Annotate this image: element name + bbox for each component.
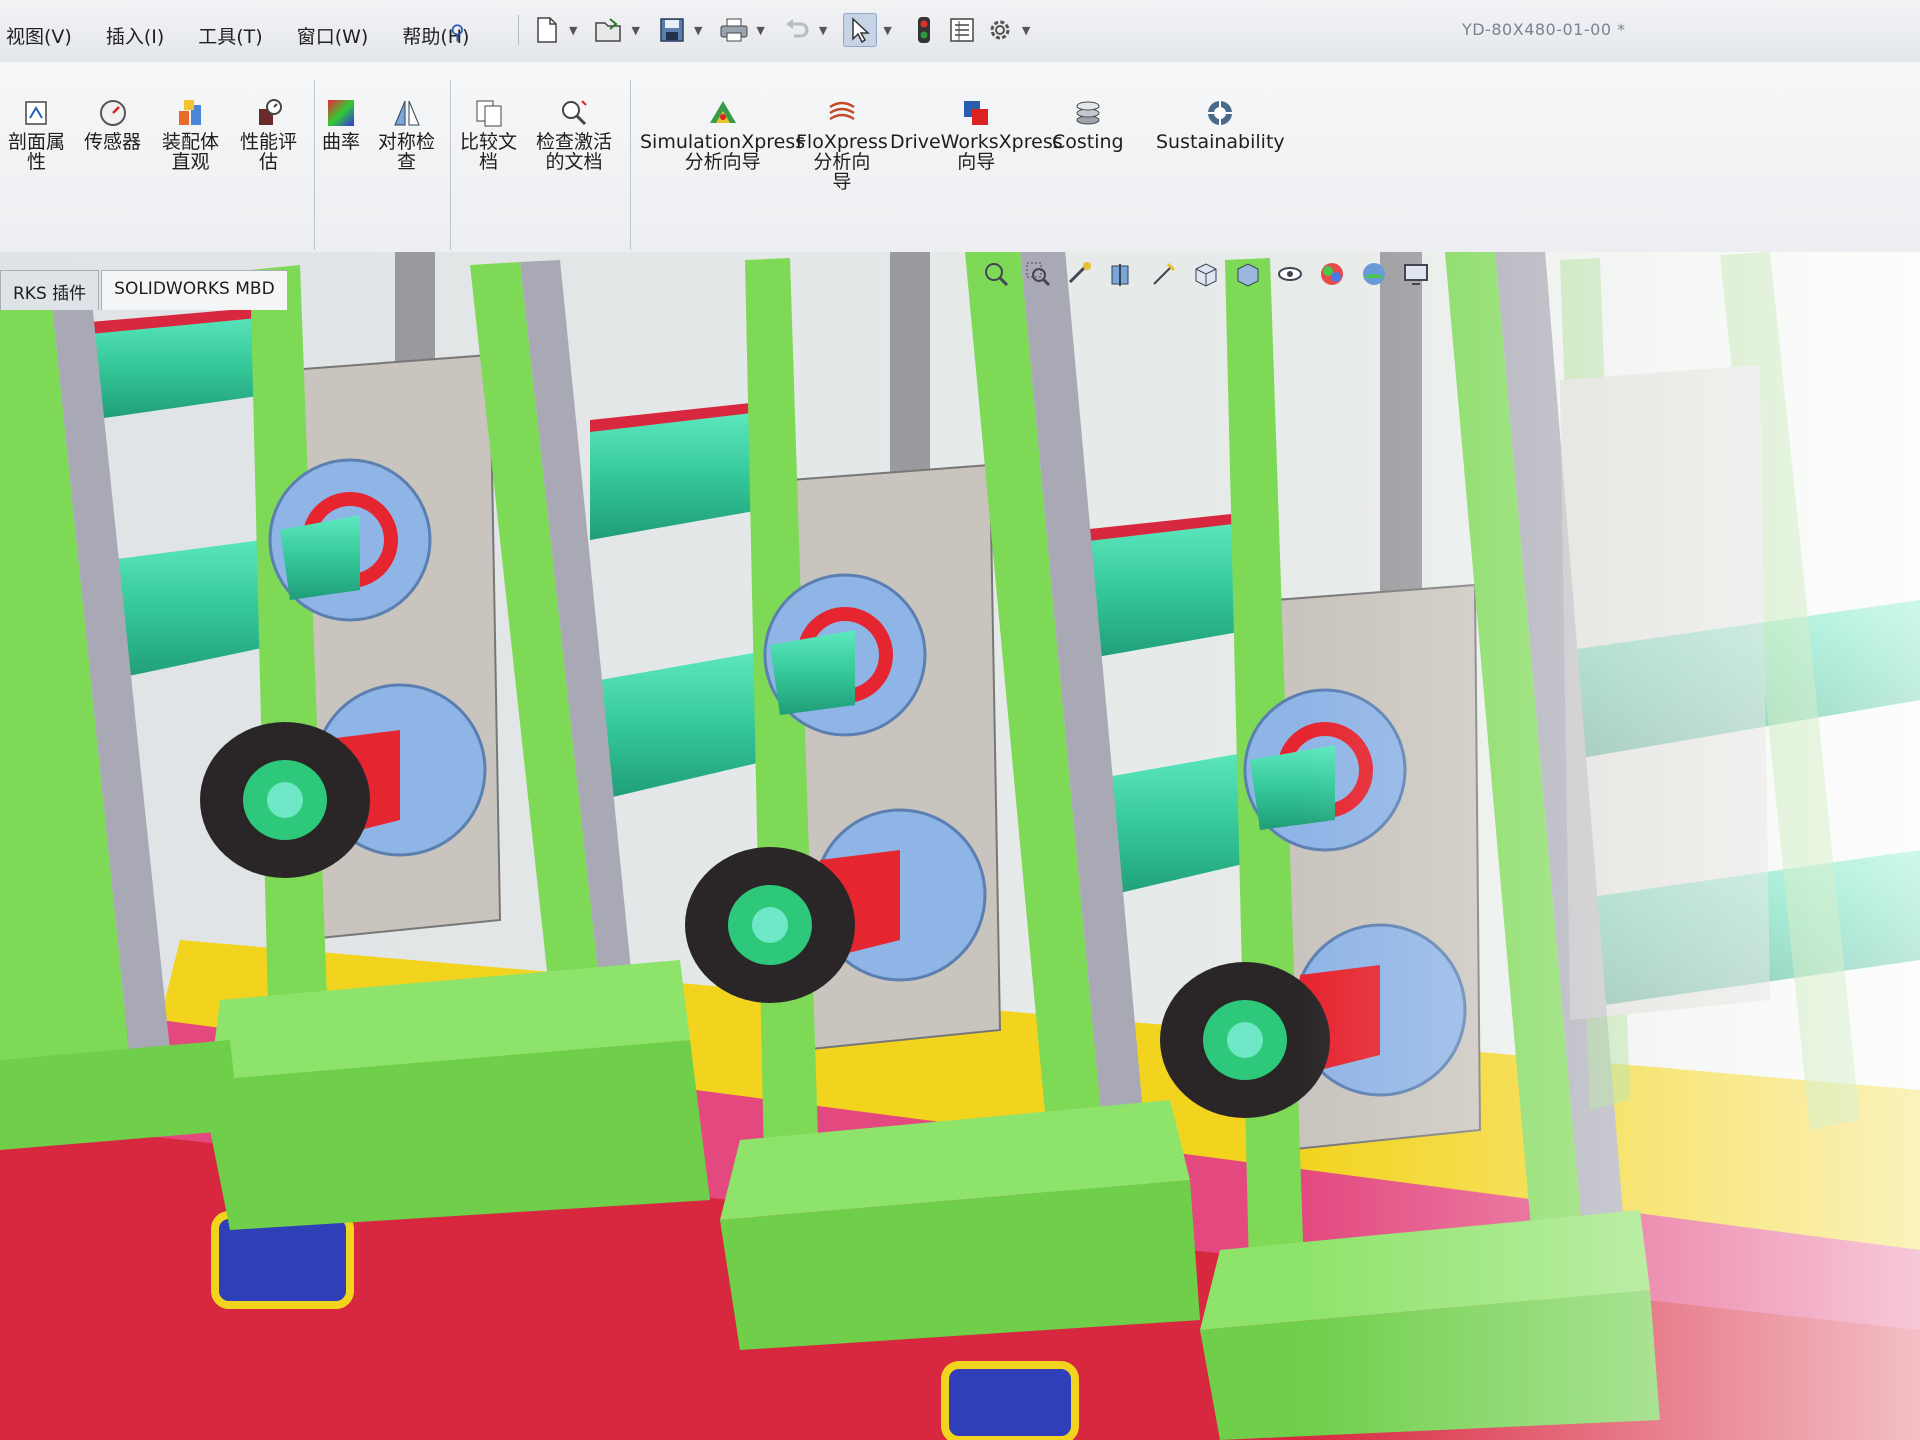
curvature-button[interactable]: 曲率 xyxy=(322,96,360,152)
hide-show-items-icon[interactable] xyxy=(1274,258,1306,290)
command-label: Costing xyxy=(1052,131,1124,153)
floxpress-icon xyxy=(825,96,859,130)
section-properties-icon xyxy=(20,96,54,130)
performance-evaluation-icon xyxy=(252,96,286,130)
heads-up-view-toolbar xyxy=(980,258,1432,290)
command-label: 传感器 xyxy=(84,131,142,153)
assembly-model[interactable] xyxy=(0,252,1920,1440)
compare-documents-button[interactable]: 比较文 档 xyxy=(460,96,517,172)
document-title: YD-80X480-01-00 * xyxy=(1462,20,1626,39)
previous-view-icon[interactable] xyxy=(1064,258,1096,290)
new-dropdown-chevron-icon[interactable]: ▼ xyxy=(569,24,577,37)
command-label: DriveWorksXpress 向导 xyxy=(890,131,1063,173)
command-label: 曲率 xyxy=(322,131,361,153)
section-properties-button[interactable]: 剖面属 性 xyxy=(8,96,65,172)
base-cutout xyxy=(941,1361,1079,1440)
new-document-icon[interactable] xyxy=(531,14,563,46)
zoom-to-area-icon[interactable] xyxy=(1022,258,1054,290)
command-label: 性能评 估 xyxy=(240,131,298,173)
select-pointer-icon[interactable] xyxy=(843,13,878,47)
command-divider xyxy=(314,80,315,250)
zoom-to-fit-icon[interactable] xyxy=(980,258,1012,290)
view-orientation-icon[interactable] xyxy=(1190,258,1222,290)
graphics-area[interactable] xyxy=(0,252,1920,1440)
command-label: Sustainability xyxy=(1156,131,1285,153)
open-dropdown-chevron-icon[interactable]: ▼ xyxy=(631,24,639,37)
menu-view[interactable]: 视图(V) xyxy=(6,18,82,53)
simulationxpress-button[interactable]: SimulationXpress 分析向导 xyxy=(640,96,805,172)
command-manager-tabs: RKS 插件 SOLIDWORKS MBD xyxy=(0,270,290,310)
options-gear-icon[interactable] xyxy=(984,14,1016,46)
command-label: 对称检 查 xyxy=(378,131,436,173)
solidworks-window: 视图(V) 插入(I) 工具(T) 窗口(W) 帮助(H) ⚲ ▼ ▼ ▼ ▼ … xyxy=(0,0,1920,1440)
section-view-icon[interactable] xyxy=(1106,258,1138,290)
command-label: 比较文 档 xyxy=(460,131,518,173)
sustainability-icon xyxy=(1203,96,1237,130)
rebuild-traffic-light-icon[interactable] xyxy=(908,14,940,46)
menu-bar: 视图(V) 插入(I) 工具(T) 窗口(W) 帮助(H) ⚲ ▼ ▼ ▼ ▼ … xyxy=(0,0,1920,63)
performance-evaluation-button[interactable]: 性能评 估 xyxy=(240,96,297,172)
menu-help[interactable]: 帮助(H) xyxy=(402,18,479,53)
edit-appearance-icon[interactable] xyxy=(1316,258,1348,290)
undo-dropdown-chevron-icon[interactable]: ▼ xyxy=(819,24,827,37)
sensor-icon xyxy=(96,96,130,130)
floxpress-button[interactable]: FloXpress 分析向 导 xyxy=(796,96,888,192)
toolbar-divider xyxy=(518,15,519,45)
costing-button[interactable]: Costing xyxy=(1052,96,1124,152)
screen-glare xyxy=(1300,252,1920,1440)
command-label: SimulationXpress 分析向导 xyxy=(640,131,806,173)
curvature-icon xyxy=(324,96,358,130)
quick-access-toolbar: ▼ ▼ ▼ ▼ ▼ ▼ ▼ xyxy=(512,8,1040,52)
driveworksxpress-button[interactable]: DriveWorksXpress 向导 xyxy=(890,96,1063,172)
dynamic-annotation-icon[interactable] xyxy=(1148,258,1180,290)
view-settings-icon[interactable] xyxy=(1400,258,1432,290)
sustainability-button[interactable]: Sustainability xyxy=(1156,96,1285,152)
select-dropdown-chevron-icon[interactable]: ▼ xyxy=(883,24,891,37)
save-dropdown-chevron-icon[interactable]: ▼ xyxy=(694,24,702,37)
open-folder-icon[interactable] xyxy=(593,14,625,46)
assembly-visualization-button[interactable]: 装配体 直观 xyxy=(162,96,219,172)
tab-rks-addins[interactable]: RKS 插件 xyxy=(0,270,100,310)
command-label: 装配体 直观 xyxy=(162,131,220,173)
assembly-visualization-icon xyxy=(174,96,208,130)
menu-insert[interactable]: 插入(I) xyxy=(106,18,174,53)
check-active-document-button[interactable]: 检查激活 的文档 xyxy=(536,96,612,172)
apply-scene-icon[interactable] xyxy=(1358,258,1390,290)
tab-solidworks-mbd[interactable]: SOLIDWORKS MBD xyxy=(101,270,288,310)
menu-tools[interactable]: 工具(T) xyxy=(198,18,272,53)
pin-menu-icon[interactable]: ⚲ xyxy=(450,20,465,44)
display-style-icon[interactable] xyxy=(1232,258,1264,290)
symmetry-check-icon xyxy=(390,96,424,130)
command-divider xyxy=(450,80,451,250)
options-dropdown-chevron-icon[interactable]: ▼ xyxy=(1022,24,1030,37)
print-icon[interactable] xyxy=(718,14,750,46)
command-label: FloXpress 分析向 导 xyxy=(796,131,888,193)
save-icon[interactable] xyxy=(656,14,688,46)
driveworksxpress-icon xyxy=(959,96,993,130)
command-label: 检查激活 的文档 xyxy=(536,131,613,173)
check-active-document-icon xyxy=(557,96,591,130)
file-properties-icon[interactable] xyxy=(946,14,978,46)
costing-icon xyxy=(1071,96,1105,130)
undo-icon[interactable] xyxy=(781,14,813,46)
command-label: 剖面属 性 xyxy=(8,131,66,173)
command-divider xyxy=(630,80,631,250)
sensor-button[interactable]: 传感器 xyxy=(84,96,141,152)
simulationxpress-icon xyxy=(706,96,740,130)
print-dropdown-chevron-icon[interactable]: ▼ xyxy=(756,24,764,37)
main-menu: 视图(V) 插入(I) 工具(T) 窗口(W) 帮助(H) xyxy=(6,18,503,53)
compare-documents-icon xyxy=(472,96,506,130)
symmetry-check-button[interactable]: 对称检 查 xyxy=(378,96,435,172)
menu-window[interactable]: 窗口(W) xyxy=(297,18,379,53)
